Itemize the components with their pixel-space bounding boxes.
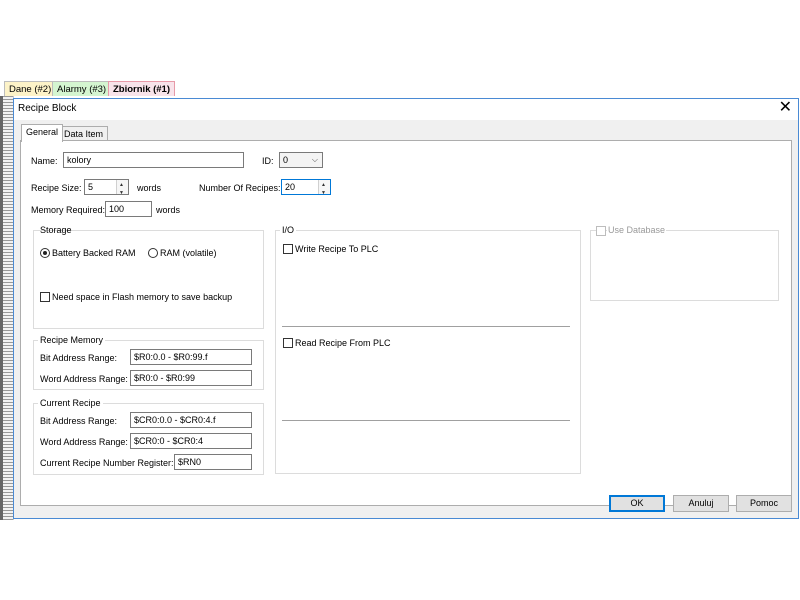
help-button[interactable]: Pomoc (736, 495, 792, 512)
recipe-word-range-label: Word Address Range: (40, 374, 128, 384)
memory-required-label: Memory Required: (31, 205, 106, 215)
num-recipes-value: 20 (285, 182, 296, 192)
id-value: 0 (283, 155, 289, 165)
flash-backup-label: Need space in Flash memory to save backu… (52, 292, 233, 302)
cancel-button[interactable]: Anuluj (673, 495, 729, 512)
chevron-down-icon: ⌵ (311, 155, 318, 164)
recipe-size-label: Recipe Size: (31, 183, 82, 193)
use-database-label: Use Database (607, 225, 667, 235)
doc-tab-dane-label: Dane (#2) (9, 84, 52, 95)
doc-tab-alarmy-label: Alarmy (#3) (57, 84, 107, 95)
doc-tab-zbiornik-label: Zbiornik (#1) (113, 84, 171, 95)
storage-group: Storage Battery Backed RAM RAM (volatile… (33, 225, 264, 329)
id-label: ID: (262, 156, 274, 166)
recipe-size-value: 5 (88, 182, 94, 192)
dialog-title: Recipe Block (18, 103, 77, 114)
write-recipe-checkbox[interactable] (283, 244, 293, 254)
tab-general-label: General (26, 127, 59, 137)
recipe-size-spinner[interactable] (116, 178, 128, 200)
current-word-range-label: Word Address Range: (40, 437, 128, 447)
storage-title: Storage (40, 225, 72, 235)
recipe-bit-range-label: Bit Address Range: (40, 353, 118, 363)
ram-volatile-label: RAM (volatile) (160, 248, 217, 258)
io-group: I/O Write Recipe To PLC Read Recipe From… (275, 225, 581, 474)
num-recipes-input[interactable]: 20 (281, 178, 331, 200)
current-number-register-label: Current Recipe Number Register: (40, 458, 174, 468)
doc-tab-zbiornik[interactable]: Zbiornik (#1) (108, 81, 176, 96)
current-word-range-field: $CR0:0 - $CR0:4 (130, 433, 252, 449)
dialog-titlebar: Recipe Block ✕ (14, 99, 798, 120)
num-recipes-spinner[interactable] (318, 178, 330, 200)
battery-label: Battery Backed RAM (52, 248, 136, 258)
ram-volatile-radio[interactable] (148, 248, 158, 258)
recipe-memory-title: Recipe Memory (38, 335, 106, 345)
battery-radio[interactable] (40, 248, 50, 258)
name-label: Name: (31, 156, 58, 166)
read-recipe-checkbox[interactable] (283, 338, 293, 348)
tab-data-item-label: Data Item (64, 129, 104, 139)
current-bit-range-label: Bit Address Range: (40, 416, 118, 426)
tab-general[interactable]: General (21, 124, 64, 142)
recipe-memory-group: Recipe Memory Bit Address Range: $R0:0.0… (33, 335, 264, 390)
num-recipes-label: Number Of Recipes: (199, 183, 281, 193)
id-select[interactable]: 0 ⌵ (279, 152, 323, 168)
name-input[interactable]: kolory (63, 152, 244, 168)
general-tab-panel: Name: kolory ID: 0 ⌵ Recipe Size: 5 word… (20, 140, 792, 506)
close-icon[interactable]: ✕ (779, 100, 792, 116)
write-section-divider (282, 326, 570, 327)
current-recipe-title: Current Recipe (38, 398, 103, 408)
io-title: I/O (280, 225, 297, 235)
use-database-checkbox[interactable] (596, 226, 606, 236)
write-recipe-label: Write Recipe To PLC (295, 244, 379, 254)
doc-tab-alarmy[interactable]: Alarmy (#3) (52, 81, 112, 96)
memory-required-field: 100 (105, 201, 152, 217)
ok-button[interactable]: OK (609, 495, 665, 512)
read-recipe-label: Read Recipe From PLC (295, 338, 391, 348)
current-recipe-group: Current Recipe Bit Address Range: $CR0:0… (33, 398, 264, 475)
current-bit-range-field: $CR0:0.0 - $CR0:4.f (130, 412, 252, 428)
recipe-size-unit: words (137, 183, 162, 193)
recipe-bit-range-field: $R0:0.0 - $R0:99.f (130, 349, 252, 365)
read-section-divider (282, 420, 570, 421)
recipe-size-input[interactable]: 5 (84, 178, 129, 200)
editor-left-strip (0, 96, 14, 520)
memory-required-unit: words (156, 205, 181, 215)
recipe-block-dialog: Recipe Block ✕ General Data Item Name: k… (13, 98, 799, 519)
current-number-register-field: $RN0 (174, 454, 252, 470)
doc-tab-dane[interactable]: Dane (#2) (4, 81, 57, 96)
recipe-word-range-field: $R0:0 - $R0:99 (130, 370, 252, 386)
database-group: Use Database (590, 225, 779, 301)
flash-backup-checkbox[interactable] (40, 292, 50, 302)
